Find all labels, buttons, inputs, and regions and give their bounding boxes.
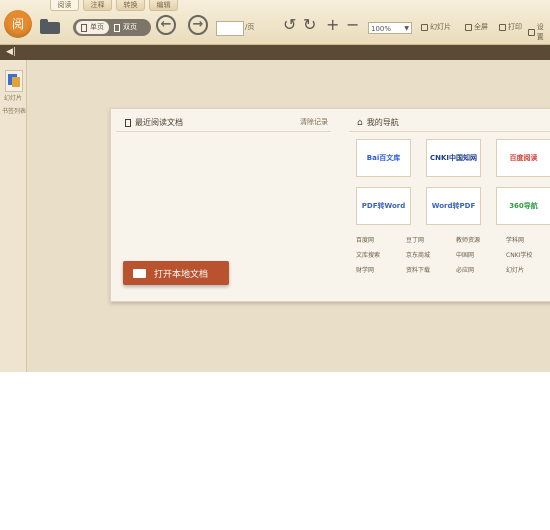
fullscreen-button[interactable]: 全屏	[465, 22, 488, 32]
single-page-view-button[interactable]: 单页	[76, 21, 109, 34]
slideshow-label: 幻灯片	[430, 23, 451, 31]
double-page-view-button[interactable]: 双页	[109, 21, 142, 34]
document-icon	[125, 118, 131, 127]
single-page-icon	[81, 23, 87, 32]
nav-link[interactable]: 百度网	[356, 235, 406, 250]
nav-links-grid: 百度网 豆丁网 教师资源 学科网 文库搜索 京东商城 中国网 CNKI学校 财学…	[356, 235, 550, 280]
nav-card-pdf-to-word[interactable]: PDF转Word	[356, 187, 411, 225]
start-page-panel: 最近阅读文档 清除记录 打开本地文档 ⌂ 我的导航 Bai百文库 CNKI中国知…	[110, 108, 550, 302]
divider	[116, 131, 331, 132]
rotate-left-icon[interactable]: ↺	[283, 16, 296, 34]
print-icon	[499, 23, 506, 31]
open-folder-icon[interactable]	[40, 18, 62, 34]
prev-page-button[interactable]: ←	[156, 15, 176, 35]
nav-card-baidu-read[interactable]: 百度阅读	[496, 139, 550, 177]
double-page-label: 双页	[123, 23, 137, 31]
nav-links-row: 财学网 资料下载 必应网 幻灯片	[356, 265, 550, 280]
nav-link[interactable]: 必应网	[456, 265, 506, 280]
nav-card-baidu-wenku[interactable]: Bai百文库	[356, 139, 411, 177]
settings-label: 设置	[536, 23, 544, 41]
nav-card-label: Word转PDF	[431, 202, 476, 210]
settings-button[interactable]: 设置	[528, 22, 550, 42]
recent-docs-title-text: 最近阅读文档	[135, 118, 183, 127]
page-number-input[interactable]	[216, 21, 244, 36]
single-page-label: 单页	[90, 23, 104, 31]
print-label: 打印	[508, 23, 522, 31]
nav-link[interactable]: 京东商城	[406, 250, 456, 265]
print-button[interactable]: 打印	[499, 22, 522, 32]
page-total: /页	[245, 23, 255, 31]
collapse-sidebar-icon[interactable]: ◀|	[6, 47, 16, 58]
nav-card-label: PDF转Word	[361, 202, 406, 210]
nav-links-row: 百度网 豆丁网 教师资源 学科网	[356, 235, 550, 250]
chevron-down-icon: ▼	[404, 25, 409, 32]
nav-link[interactable]: CNKI学校	[506, 250, 550, 265]
double-page-icon	[114, 23, 120, 32]
slideshow-thumbnail-icon[interactable]	[5, 70, 23, 92]
menu-tab-annotate[interactable]: 注释	[83, 0, 112, 11]
divider	[349, 131, 550, 132]
nav-card-cnki[interactable]: CNKI中国知网	[426, 139, 481, 177]
thumbnail-label: 幻灯片	[4, 95, 23, 102]
my-nav-title: ⌂ 我的导航	[357, 117, 399, 128]
sidebar-header-bar: ◀|	[0, 45, 550, 60]
nav-link[interactable]: 教师资源	[456, 235, 506, 250]
left-sidebar: 幻灯片 书签列表	[0, 60, 27, 372]
open-local-document-button[interactable]: 打开本地文档	[123, 261, 229, 285]
nav-link[interactable]: 学科网	[506, 235, 550, 250]
menu-tabs: 阅读 注释 转换 编辑	[50, 0, 182, 11]
nav-card-360[interactable]: 360导航	[496, 187, 550, 225]
reader-app-window: 阅 阅读 注释 转换 编辑 单页 双页 ← → /页 ↺ ↻ + − 100% ▼…	[0, 0, 550, 372]
nav-links-row: 文库搜索 京东商城 中国网 CNKI学校	[356, 250, 550, 265]
nav-card-label: 百度阅读	[509, 154, 538, 162]
sidebar-footer-label: 书签列表	[2, 108, 27, 115]
zoom-select[interactable]: 100% ▼	[368, 22, 412, 34]
my-nav-title-text: 我的导航	[366, 118, 399, 127]
nav-link[interactable]: 文库搜索	[356, 250, 406, 265]
view-mode-toggle[interactable]: 单页 双页	[73, 19, 151, 36]
nav-link[interactable]: 豆丁网	[406, 235, 456, 250]
app-logo-icon[interactable]: 阅	[4, 10, 32, 38]
nav-card-label: Bai百文库	[366, 154, 401, 162]
slideshow-button[interactable]: 幻灯片	[421, 22, 451, 32]
zoom-out-icon[interactable]: −	[346, 16, 359, 34]
zoom-value: 100%	[371, 25, 392, 33]
nav-link[interactable]: 财学网	[356, 265, 406, 280]
clear-history-link[interactable]: 清除记录	[300, 117, 328, 127]
toolbar: 阅 阅读 注释 转换 编辑 单页 双页 ← → /页 ↺ ↻ + − 100% ▼…	[0, 0, 550, 45]
fullscreen-icon	[465, 23, 472, 31]
home-icon: ⌂	[357, 117, 363, 128]
nav-link[interactable]: 幻灯片	[506, 265, 550, 280]
slideshow-icon	[421, 23, 428, 31]
zoom-in-icon[interactable]: +	[326, 16, 339, 34]
menu-tab-read[interactable]: 阅读	[50, 0, 79, 11]
gear-icon	[528, 28, 535, 36]
menu-tab-convert[interactable]: 转换	[116, 0, 145, 11]
rotate-right-icon[interactable]: ↻	[303, 16, 316, 34]
menu-tab-edit[interactable]: 编辑	[149, 0, 178, 11]
next-page-button[interactable]: →	[188, 15, 208, 35]
nav-link[interactable]: 中国网	[456, 250, 506, 265]
nav-link[interactable]: 资料下载	[406, 265, 456, 280]
nav-card-label: CNKI中国知网	[429, 154, 478, 162]
folder-icon	[133, 268, 146, 278]
fullscreen-label: 全屏	[474, 23, 488, 31]
nav-card-label: 360导航	[509, 202, 538, 210]
recent-docs-title: 最近阅读文档	[125, 117, 183, 128]
nav-card-word-to-pdf[interactable]: Word转PDF	[426, 187, 481, 225]
open-local-document-label: 打开本地文档	[154, 269, 209, 280]
